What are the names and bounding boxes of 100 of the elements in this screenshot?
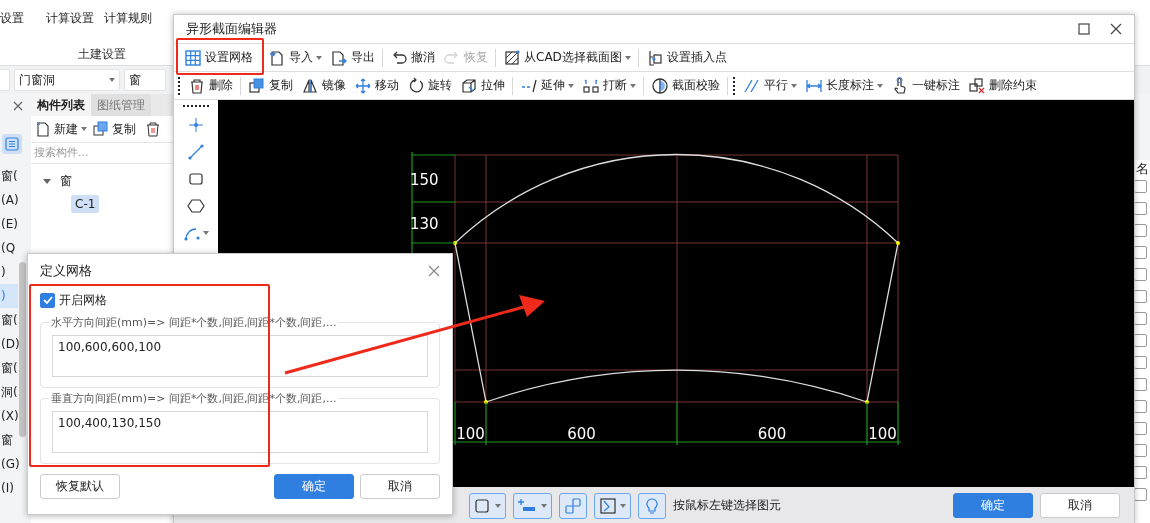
column-header: 名 — [1135, 160, 1150, 178]
toolbar-button[interactable]: 一键标注 — [887, 73, 964, 98]
caret-icon — [109, 78, 115, 82]
toolbar-button[interactable]: 设置网格 — [180, 45, 257, 70]
angle-square-icon — [599, 496, 617, 515]
ribbon-button[interactable]: 计算规则 — [104, 10, 152, 27]
toolbar-button[interactable]: 移动 — [350, 73, 403, 98]
rectangle-tool-button[interactable] — [469, 492, 506, 519]
dialog-button[interactable]: 恢复默认 — [40, 474, 120, 499]
input-field[interactable]: 100,400,130,150 — [52, 411, 428, 453]
ribbon-button[interactable]: 设置 — [0, 10, 24, 27]
toolbar-button[interactable]: 延伸 — [516, 73, 578, 98]
dimension-label: 100 — [456, 425, 485, 443]
hexagon-icon[interactable] — [187, 197, 205, 215]
input-field[interactable]: 100,600,600,100 — [52, 335, 428, 377]
dimension-label: 130 — [410, 215, 439, 233]
constraint-delete-icon — [968, 76, 986, 95]
toolbar-button[interactable]: 拉伸 — [456, 73, 509, 98]
panel-tab[interactable]: 构件列表 — [31, 94, 91, 116]
close-icon[interactable] — [13, 101, 23, 111]
toolbar-button[interactable]: 撤消 — [386, 45, 439, 70]
toolbar-button[interactable]: 从CAD选择截面图 — [499, 45, 635, 70]
maximize-icon[interactable] — [1078, 23, 1090, 35]
caret-icon[interactable] — [203, 231, 209, 235]
list-item[interactable]: (X) — [0, 404, 18, 428]
checkbox-label: 开启网格 — [59, 291, 107, 309]
list-item[interactable]: (E) — [0, 212, 18, 236]
toolbar-button[interactable]: 复制 — [93, 120, 136, 138]
toolbar-button[interactable]: 导出 — [326, 45, 379, 70]
toolbar-button[interactable]: 删除约束 — [964, 73, 1041, 98]
list-item[interactable]: (A) — [0, 188, 18, 212]
circle-split-icon — [651, 76, 669, 95]
crosshair-point-icon[interactable] — [187, 116, 205, 134]
grid-icon — [184, 48, 202, 67]
copy-icon — [93, 121, 109, 137]
dialog-button[interactable]: 取消 — [360, 474, 440, 499]
tree-item[interactable]: 窗 — [56, 170, 76, 192]
angle-tool-button[interactable] — [594, 492, 631, 519]
rectangle-icon — [474, 496, 492, 515]
expand-caret-icon[interactable] — [43, 178, 51, 184]
close-icon[interactable] — [1110, 23, 1122, 35]
checkbox[interactable] — [40, 292, 55, 308]
dimension-label: 150 — [410, 171, 439, 189]
list-item[interactable]: (Q — [0, 236, 18, 260]
list-item[interactable]: ) — [0, 260, 18, 284]
list-item[interactable]: 窗( — [0, 356, 18, 380]
copy-icon — [248, 76, 266, 95]
insert-tool-button[interactable] — [513, 492, 552, 519]
tree-item[interactable]: C-1 — [71, 195, 100, 213]
list-view-icon[interactable] — [2, 134, 22, 154]
list-item[interactable]: (I) — [0, 476, 18, 500]
overlapping-squares-icon — [564, 496, 582, 515]
toolbar-button[interactable]: 导入 — [264, 45, 326, 70]
ribbon-group-label: 土建设置 — [78, 46, 126, 63]
rectangle-icon[interactable] — [187, 170, 205, 188]
list-item[interactable]: 窗( — [0, 164, 18, 188]
lightbulb-button[interactable] — [638, 492, 666, 519]
document-arrow-icon — [268, 48, 286, 67]
dialog-title: 定义网格 — [40, 262, 92, 280]
trash-icon — [188, 76, 206, 95]
new-document-icon — [35, 121, 51, 137]
toolbar-button[interactable]: 长度标注 — [801, 73, 887, 98]
list-item[interactable]: 窗( — [0, 308, 18, 332]
toolbar-button[interactable]: 设置插入点 — [641, 45, 731, 70]
toolbar-button[interactable]: 平行 — [739, 73, 801, 98]
list-item[interactable]: 窗 — [0, 428, 18, 452]
mirror-icon — [301, 76, 319, 95]
line-icon[interactable] — [187, 143, 205, 161]
filter-dropdown[interactable]: 门窗洞 — [14, 69, 120, 91]
move-icon — [354, 76, 372, 95]
document-arrow-icon — [330, 48, 348, 67]
dialog-button[interactable]: 取消 — [1040, 493, 1120, 518]
dimension-label: 600 — [757, 425, 787, 443]
dimension-label: 600 — [567, 425, 596, 443]
lightbulb-icon — [643, 496, 661, 515]
dialog-button[interactable]: 确定 — [274, 474, 354, 499]
list-item[interactable]: (D) — [0, 332, 18, 356]
snap-tool-button[interactable] — [559, 492, 587, 519]
toolbar-button[interactable]: 旋转 — [403, 73, 456, 98]
dialog-button[interactable]: 确定 — [953, 493, 1033, 518]
scrollbar[interactable] — [19, 262, 26, 437]
toolbar-button[interactable]: 复制 — [244, 73, 297, 98]
toolbar-button[interactable]: 截面校验 — [647, 73, 724, 98]
toolbar-button[interactable]: 删除 — [184, 73, 237, 98]
dimension-label: 100 — [868, 425, 897, 443]
toolbar-button[interactable]: 新建 — [35, 120, 87, 138]
status-hint: 按鼠标左键选择图元 — [673, 497, 781, 514]
trash-icon[interactable] — [146, 121, 160, 137]
ribbon-button[interactable]: 计算设置 — [46, 10, 94, 27]
search-field[interactable]: 搜索构件... — [31, 143, 167, 161]
toolbar-button[interactable]: 打断 — [578, 73, 640, 98]
list-item[interactable]: (G) — [0, 452, 18, 476]
rotate-icon — [407, 76, 425, 95]
group-label: 水平方向间距(mm)=> 间距*个数,间距,间距*个数,间距,... — [49, 315, 339, 330]
list-item[interactable]: 洞( — [0, 380, 18, 404]
panel-tab[interactable]: 图纸管理 — [91, 94, 151, 116]
window-title: 异形截面编辑器 — [186, 20, 278, 38]
hatched-square-icon — [503, 48, 521, 67]
toolbar-button[interactable]: 镜像 — [297, 73, 350, 98]
filter-dropdown[interactable]: 窗 — [124, 69, 166, 91]
